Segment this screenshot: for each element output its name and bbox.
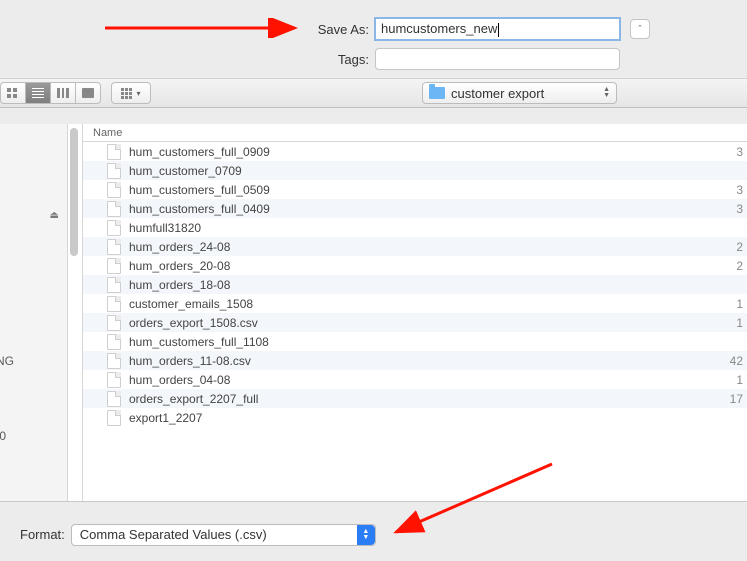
text-cursor <box>498 23 499 37</box>
format-value: Comma Separated Values (.csv) <box>80 527 267 542</box>
file-list[interactable]: hum_customers_full_0909 3 hum_customer_070… <box>83 142 747 501</box>
grid-icon <box>7 88 19 98</box>
file-name: humfull31820 <box>129 221 201 235</box>
view-icons-button[interactable] <box>0 82 26 104</box>
browser-toolbar: ▾ customer export ▲▼ <box>0 78 747 108</box>
view-columns-button[interactable] <box>50 82 76 104</box>
folder-icon <box>429 87 445 99</box>
select-arrows-icon: ▲▼ <box>357 525 375 545</box>
arrange-icon <box>121 88 133 98</box>
file-meta: 1 <box>736 373 743 387</box>
view-mode-group <box>0 82 101 104</box>
file-row[interactable]: hum_customer_0709 <box>83 161 747 180</box>
format-label: Format: <box>20 527 65 542</box>
file-row[interactable]: hum_orders_11-08.csv 42 <box>83 351 747 370</box>
tags-input[interactable] <box>375 48 620 70</box>
tags-label: Tags: <box>0 52 375 67</box>
file-name: hum_customers_full_1108 <box>129 335 269 349</box>
file-name: hum_customers_full_0909 <box>129 145 270 159</box>
file-row[interactable]: export1_2207 <box>83 408 747 427</box>
file-name: hum_orders_04-08 <box>129 373 230 387</box>
chevron-up-icon: ˆ <box>639 24 642 34</box>
file-name: hum_orders_11-08.csv <box>129 354 251 368</box>
file-pane: Name hum_customers_full_09093hum_custome… <box>82 124 747 501</box>
file-meta: 1 <box>736 297 743 311</box>
view-list-button[interactable] <box>25 82 51 104</box>
format-select[interactable]: Comma Separated Values (.csv) ▲▼ <box>71 524 376 546</box>
columns-icon <box>57 88 69 98</box>
file-row[interactable]: hum_orders_04-08 1 <box>83 370 747 389</box>
sidebar-item[interactable]: 020 <box>0 429 6 443</box>
file-row[interactable]: hum_customers_full_0909 3 <box>83 142 747 161</box>
file-meta: 2 <box>736 240 743 254</box>
file-meta: 2 <box>736 259 743 273</box>
file-name: hum_orders_18-08 <box>129 278 230 292</box>
file-icon <box>107 410 121 426</box>
file-row[interactable]: hum_orders_24-08 2 <box>83 237 747 256</box>
arrange-menu[interactable]: ▾ <box>111 82 151 104</box>
save-as-label: Save As: <box>0 22 375 37</box>
file-name: hum_customers_full_0509 <box>129 183 270 197</box>
file-meta: 1 <box>736 316 743 330</box>
file-row[interactable]: hum_orders_20-08 2 <box>83 256 747 275</box>
file-row[interactable]: orders_export_1508.csv 1 <box>83 313 747 332</box>
file-row[interactable]: hum_orders_18-08 <box>83 275 747 294</box>
list-icon <box>32 88 44 98</box>
location-name: customer export <box>451 86 544 101</box>
save-dialog: Save As: humcustomers_new ˆ Tags: <box>0 0 747 561</box>
file-name: hum_orders_24-08 <box>129 240 230 254</box>
file-meta: 17 <box>730 392 743 406</box>
format-bar: Format: Comma Separated Values (.csv) ▲▼ <box>0 501 747 561</box>
sidebar[interactable]: ID ⏏ BLING : 020 <box>0 124 68 501</box>
file-icon <box>107 277 121 293</box>
chevron-down-icon: ▾ <box>136 89 140 98</box>
save-as-value: humcustomers_new <box>381 21 497 36</box>
file-meta: 3 <box>736 183 743 197</box>
file-icon <box>107 182 121 198</box>
sidebar-item[interactable]: BLING <box>0 354 14 368</box>
location-popup[interactable]: customer export ▲▼ <box>422 82 617 104</box>
file-icon <box>107 201 121 217</box>
file-icon <box>107 334 121 350</box>
file-browser: ID ⏏ BLING : 020 Name hum_customers_full… <box>0 124 747 501</box>
eject-icon[interactable]: ⏏ <box>50 210 59 221</box>
file-row[interactable]: hum_customers_full_0509 3 <box>83 180 747 199</box>
file-icon <box>107 163 121 179</box>
view-coverflow-button[interactable] <box>75 82 101 104</box>
file-name: hum_customer_0709 <box>129 164 242 178</box>
file-icon <box>107 315 121 331</box>
file-name: hum_customers_full_0409 <box>129 202 270 216</box>
column-header-name[interactable]: Name <box>83 124 747 142</box>
file-name: orders_export_1508.csv <box>129 316 258 330</box>
file-icon <box>107 258 121 274</box>
file-name: customer_emails_1508 <box>129 297 253 311</box>
file-meta: 3 <box>736 145 743 159</box>
coverflow-icon <box>82 88 94 98</box>
file-row[interactable]: customer_emails_1508 1 <box>83 294 747 313</box>
file-icon <box>107 391 121 407</box>
file-row[interactable]: hum_customers_full_1108 <box>83 332 747 351</box>
filename-area: Save As: humcustomers_new ˆ Tags: <box>0 0 747 70</box>
file-meta: 42 <box>730 354 743 368</box>
file-icon <box>107 296 121 312</box>
file-icon <box>107 353 121 369</box>
save-as-input[interactable]: humcustomers_new <box>375 18 620 40</box>
file-name: orders_export_2207_full <box>129 392 258 406</box>
file-name: export1_2207 <box>129 411 202 425</box>
file-icon <box>107 239 121 255</box>
file-name: hum_orders_20-08 <box>129 259 230 273</box>
file-row[interactable]: hum_customers_full_0409 3 <box>83 199 747 218</box>
file-row[interactable]: humfull31820 <box>83 218 747 237</box>
file-icon <box>107 144 121 160</box>
sidebar-scrollbar[interactable] <box>70 128 78 256</box>
file-icon <box>107 220 121 236</box>
expand-button[interactable]: ˆ <box>630 19 650 39</box>
file-meta: 3 <box>736 202 743 216</box>
file-row[interactable]: orders_export_2207_full 17 <box>83 389 747 408</box>
stepper-icon: ▲▼ <box>603 87 610 99</box>
file-icon <box>107 372 121 388</box>
